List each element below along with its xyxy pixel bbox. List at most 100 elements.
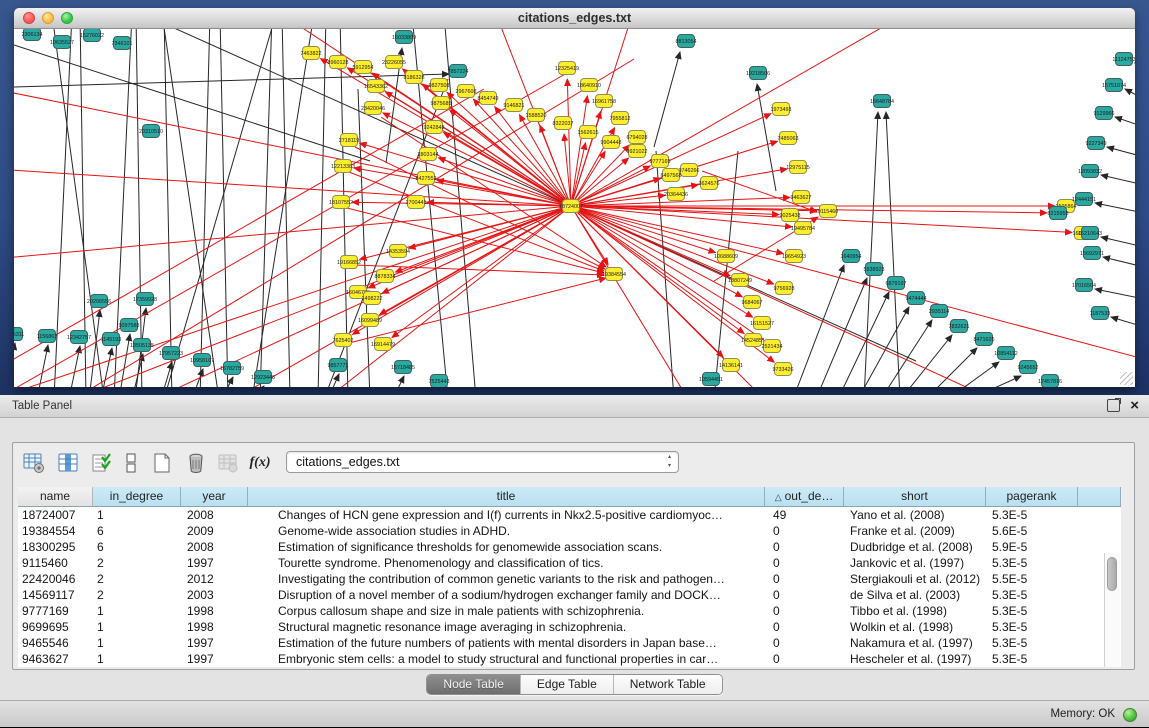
table-row[interactable]: 911546021997Tourette syndrome. Phenomeno… <box>18 555 1078 571</box>
graph-node[interactable]: 12975115 <box>786 161 810 174</box>
graph-node[interactable]: 16210643 <box>1078 227 1102 240</box>
graph-node[interactable]: 8427552 <box>416 172 437 185</box>
graph-node[interactable]: 15692971 <box>1080 247 1104 260</box>
graph-node[interactable]: 8454749 <box>478 92 499 105</box>
graph-node[interactable]: 15751074 <box>1102 79 1126 92</box>
network-selector[interactable]: citations_edges.txt ▴▾ <box>286 451 679 473</box>
graph-node[interactable]: 6497568 <box>661 169 682 182</box>
table-row[interactable]: 1938455462009Genome-wide association stu… <box>18 523 1078 539</box>
graph-node[interactable]: 1640954 <box>841 250 862 263</box>
graph-node[interactable]: 6879197 <box>886 277 907 290</box>
table-row[interactable]: 2242004622012Investigating the contribut… <box>18 571 1078 587</box>
graph-node[interactable]: 10958107 <box>190 354 214 367</box>
graph-node[interactable]: 2967608 <box>456 85 477 98</box>
graph-node[interactable]: 19495784 <box>791 222 815 235</box>
column-header-year[interactable]: year <box>181 487 248 507</box>
table-row[interactable]: 1830029562008Estimation of significance … <box>18 539 1078 555</box>
delete-icon[interactable] <box>183 450 209 476</box>
graph-node[interactable]: 16648784 <box>870 95 894 108</box>
table-vertical-scrollbar[interactable] <box>1104 553 1120 667</box>
graph-node[interactable]: 9129966 <box>1094 107 1115 120</box>
graph-node[interactable]: 23420046 <box>361 102 385 115</box>
graph-node[interactable]: 16961758 <box>592 95 616 108</box>
tab-network-table[interactable]: Network Table <box>614 675 722 694</box>
memory-status-indicator[interactable] <box>1123 708 1137 722</box>
graph-node[interactable]: 13505135 <box>130 339 154 352</box>
graph-node[interactable]: 2718119 <box>339 134 360 147</box>
graph-node[interactable]: 9904448 <box>601 136 622 149</box>
graph-node[interactable]: 9777169 <box>650 155 671 168</box>
graph-node[interactable]: 1562615 <box>578 126 599 139</box>
graph-node[interactable]: 10635527 <box>50 36 74 49</box>
graph-node[interactable]: 9474444 <box>906 292 927 305</box>
graph-node[interactable]: 2306134 <box>22 29 43 41</box>
graph-node[interactable]: 17457816 <box>1038 375 1062 388</box>
graph-node[interactable]: 17359928 <box>133 293 157 306</box>
graph-node[interactable]: 9146821 <box>504 99 525 112</box>
table-row[interactable]: 946362711997Embryonic stem cells: a mode… <box>18 651 1078 667</box>
graph-node[interactable]: 17016504 <box>1072 279 1096 292</box>
graph-node[interactable]: 16782759 <box>220 362 244 375</box>
graph-node[interactable]: 7832621 <box>949 320 970 333</box>
graph-node[interactable]: 8322037 <box>553 117 574 130</box>
graph-node[interactable]: 7955812 <box>610 112 631 125</box>
table-row[interactable]: 1456911722003Disruption of a novel membe… <box>18 587 1078 603</box>
tab-node-table[interactable]: Node Table <box>427 675 521 694</box>
table-row[interactable]: 969969511998Structural magnetic resonanc… <box>18 619 1078 635</box>
function-icon[interactable]: f(x) <box>247 450 273 476</box>
graph-node[interactable]: 14353594 <box>386 245 410 258</box>
graph-node[interactable]: 1187533 <box>1090 307 1111 320</box>
graph-node[interactable]: 8878334 <box>375 270 396 283</box>
table-row[interactable]: 946554611997Estimation of the future num… <box>18 635 1078 651</box>
column-header-outde[interactable]: △out_de… <box>765 487 844 507</box>
graph-node[interactable]: 9827508 <box>429 79 450 92</box>
graph-node[interactable]: 9242848 <box>424 121 445 134</box>
table-panel-header[interactable]: Table Panel × <box>0 395 1149 418</box>
window-titlebar[interactable]: citations_edges.txt <box>14 8 1135 29</box>
graph-node[interactable]: 7625402 <box>333 334 354 347</box>
graph-node[interactable]: 17957223 <box>159 347 183 360</box>
graph-node[interactable]: 9875685 <box>431 97 452 110</box>
graph-node[interactable]: 9097588 <box>119 319 140 332</box>
close-panel-icon[interactable]: × <box>1130 398 1139 413</box>
graph-node[interactable]: 9746266 <box>679 164 700 177</box>
graph-node[interactable]: 10854112 <box>994 347 1018 360</box>
column-header-title[interactable]: title <box>248 487 765 507</box>
graph-node[interactable]: 2935114 <box>929 305 950 318</box>
graph-node[interactable]: 20310510 <box>139 125 163 138</box>
graph-node[interactable]: 10688609 <box>714 250 738 263</box>
new-document-icon[interactable] <box>149 450 175 476</box>
graph-node[interactable]: 8471626 <box>974 333 995 346</box>
graph-node[interactable]: 8960128 <box>328 56 349 69</box>
graph-node[interactable]: 9115460 <box>818 205 839 218</box>
scrollbar-thumb[interactable] <box>1107 557 1117 591</box>
graph-node[interactable]: 20206556 <box>87 295 111 308</box>
graph-node[interactable]: 10594451 <box>699 373 723 386</box>
graph-node[interactable]: 9684067 <box>742 296 763 309</box>
graph-node[interactable]: 23226055 <box>382 56 406 69</box>
graph-node[interactable]: 9733426 <box>773 363 794 376</box>
graph-node[interactable]: 1973493 <box>771 103 792 116</box>
graph-node[interactable]: 12923448 <box>251 371 275 384</box>
graph-node[interactable]: 15718485 <box>391 361 415 374</box>
graph-node[interactable]: 12213383 <box>331 160 355 173</box>
graph-node[interactable]: 7463822 <box>301 47 322 60</box>
window-resize-grip[interactable] <box>1120 372 1133 385</box>
graph-node[interactable]: 19384554 <box>602 268 626 281</box>
graph-node[interactable]: 9245652 <box>1018 361 1039 374</box>
graph-node[interactable]: 5912954 <box>353 61 374 74</box>
graph-node[interactable]: 7857224 <box>448 65 469 78</box>
graph-node[interactable]: 12325419 <box>555 62 579 75</box>
graph-node[interactable]: 2521434 <box>762 340 783 353</box>
column-header-indegree[interactable]: in_degree <box>93 487 181 507</box>
tab-edge-table[interactable]: Edge Table <box>521 675 614 694</box>
graph-node[interactable]: 8186328 <box>404 71 425 84</box>
graph-node[interactable]: 19218506 <box>746 67 770 80</box>
graph-node[interactable]: 2803144 <box>418 148 439 161</box>
table-row[interactable]: 1872400712008Changes of HCN gene express… <box>18 507 1078 523</box>
network-canvas[interactable]: 7463822896012859129542322605516543362818… <box>14 29 1135 387</box>
graph-node[interactable]: 1156863 <box>37 330 58 343</box>
graph-node[interactable]: 12444151 <box>1072 193 1096 206</box>
graph-node[interactable]: 7525443 <box>429 375 450 388</box>
graph-node[interactable]: 7485063 <box>778 132 799 145</box>
